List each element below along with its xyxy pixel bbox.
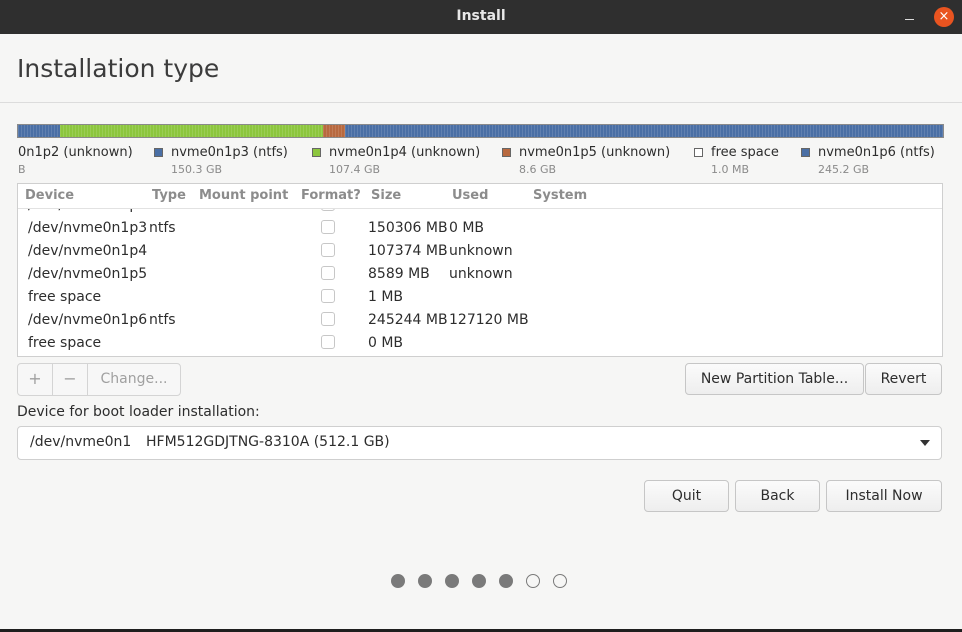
format-checkbox[interactable] <box>321 335 335 349</box>
cell-type: ntfs <box>149 220 176 236</box>
legend-swatch <box>502 148 511 157</box>
cell-device: /dev/nvme0n1p5 <box>28 266 148 282</box>
boot-loader-device-select[interactable]: /dev/nvme0n1 HFM512GDJTNG-8310A (512.1 G… <box>17 426 942 460</box>
boot-loader-device: /dev/nvme0n1 <box>30 434 132 450</box>
legend-name: nvme0n1p6 (ntfs) <box>818 145 935 160</box>
close-button[interactable]: × <box>934 7 954 27</box>
legend-swatch <box>154 148 163 157</box>
legend-name: nvme0n1p5 (unknown) <box>519 145 671 160</box>
partition-segment-nvme0n1p4 <box>59 125 324 137</box>
title-separator <box>0 102 962 103</box>
progress-dot-complete <box>472 574 486 588</box>
back-button[interactable]: Back <box>735 480 820 512</box>
cell-device: /dev/nvme0n1p6 <box>28 312 148 328</box>
legend-name: nvme0n1p4 (unknown) <box>329 145 481 160</box>
partition-usage-bar <box>17 124 944 138</box>
minimize-button[interactable] <box>901 6 919 26</box>
column-header-type[interactable]: Type <box>152 188 186 203</box>
cell-type: ntfs <box>149 312 176 328</box>
format-checkbox[interactable] <box>321 289 335 303</box>
table-row[interactable]: /dev/nvme0n1p6 ntfs 245244 MB 127120 MB <box>18 309 942 332</box>
column-header-used[interactable]: Used <box>452 188 488 203</box>
cell-device: free space <box>28 335 102 351</box>
column-header-system[interactable]: System <box>533 188 587 203</box>
legend-name: free space <box>711 145 779 160</box>
column-header-mount-point[interactable]: Mount point <box>199 188 288 203</box>
progress-dot-pending <box>553 574 567 588</box>
legend-swatch <box>312 148 321 157</box>
remove-partition-button[interactable]: − <box>53 364 87 395</box>
format-checkbox[interactable] <box>321 312 335 326</box>
install-now-button[interactable]: Install Now <box>826 480 942 512</box>
legend-size: B <box>18 163 26 176</box>
cell-used: unknown <box>449 266 513 282</box>
table-row[interactable]: /dev/nvme0n1p5 8589 MB unknown <box>18 263 942 286</box>
legend-size: 8.6 GB <box>519 163 557 176</box>
revert-button[interactable]: Revert <box>865 363 942 395</box>
partition-segment-nvme0n1p5 <box>323 125 345 137</box>
progress-dot-complete <box>391 574 405 588</box>
installer-window: Installation type 0n1p2 (unknown) Bnvme0n… <box>0 34 962 629</box>
cell-used: unknown <box>449 243 513 259</box>
table-row[interactable]: free space 1 MB <box>18 286 942 309</box>
cell-device: /dev/nvme0n1p4 <box>28 243 148 259</box>
legend-size: 245.2 GB <box>818 163 870 176</box>
table-row[interactable]: /dev/nvme0n1p3 ntfs 150306 MB 0 MB <box>18 217 942 240</box>
progress-dot-pending <box>526 574 540 588</box>
quit-button[interactable]: Quit <box>644 480 729 512</box>
page-title: Installation type <box>17 54 220 83</box>
cell-used: 127120 MB <box>449 312 529 328</box>
legend-size: 1.0 MB <box>711 163 750 176</box>
new-partition-table-button[interactable]: New Partition Table... <box>685 363 864 395</box>
column-header-device[interactable]: Device <box>25 188 74 203</box>
legend-swatch <box>694 148 703 157</box>
boot-loader-model: HFM512GDJTNG-8310A (512.1 GB) <box>146 434 390 450</box>
title-bar: Install × <box>0 0 962 34</box>
table-row[interactable]: free space 0 MB <box>18 332 942 355</box>
legend-size: 107.4 GB <box>329 163 381 176</box>
progress-dot-complete <box>445 574 459 588</box>
window-title: Install <box>456 8 506 24</box>
legend-swatch <box>801 148 810 157</box>
format-checkbox[interactable] <box>321 243 335 257</box>
partition-table[interactable]: Device Type Mount point Format? Size Used Syst… <box>17 183 943 357</box>
cell-size: 0 MB <box>368 335 404 351</box>
format-checkbox[interactable] <box>321 220 335 234</box>
legend-size: 150.3 GB <box>171 163 223 176</box>
boot-loader-label: Device for boot loader installation: <box>17 404 260 420</box>
cell-size: 8589 MB <box>368 266 430 282</box>
change-partition-button[interactable]: Change... <box>88 364 180 395</box>
cell-size: 150306 MB <box>368 220 448 236</box>
partition-legend: 0n1p2 (unknown) Bnvme0n1p3 (ntfs) 150.3 GB… <box>0 145 962 179</box>
cell-size: 107374 MB <box>368 243 448 259</box>
cell-size: 245244 MB <box>368 312 448 328</box>
chevron-down-icon <box>920 440 930 446</box>
column-header-size[interactable]: Size <box>371 188 401 203</box>
partition-edit-buttons: + − Change... <box>17 363 181 396</box>
partition-segment-nvme0n1p2 <box>18 125 60 137</box>
table-row[interactable]: /dev/nvme0n1p4 107374 MB unknown <box>18 240 942 263</box>
cell-used: 0 MB <box>449 220 485 236</box>
cell-size: 1 MB <box>368 289 404 305</box>
format-checkbox[interactable] <box>321 266 335 280</box>
partition-table-header: Device Type Mount point Format? Size Used Syst… <box>18 184 942 209</box>
add-partition-button[interactable]: + <box>18 364 52 395</box>
column-header-format[interactable]: Format? <box>301 188 361 203</box>
progress-dot-complete <box>499 574 513 588</box>
legend-name: 0n1p2 (unknown) <box>18 145 133 160</box>
cell-device: /dev/nvme0n1p3 <box>28 220 148 236</box>
cell-device: free space <box>28 289 102 305</box>
progress-dot-complete <box>418 574 432 588</box>
partition-segment-nvme0n1p6 <box>344 125 943 137</box>
legend-name: nvme0n1p3 (ntfs) <box>171 145 288 160</box>
